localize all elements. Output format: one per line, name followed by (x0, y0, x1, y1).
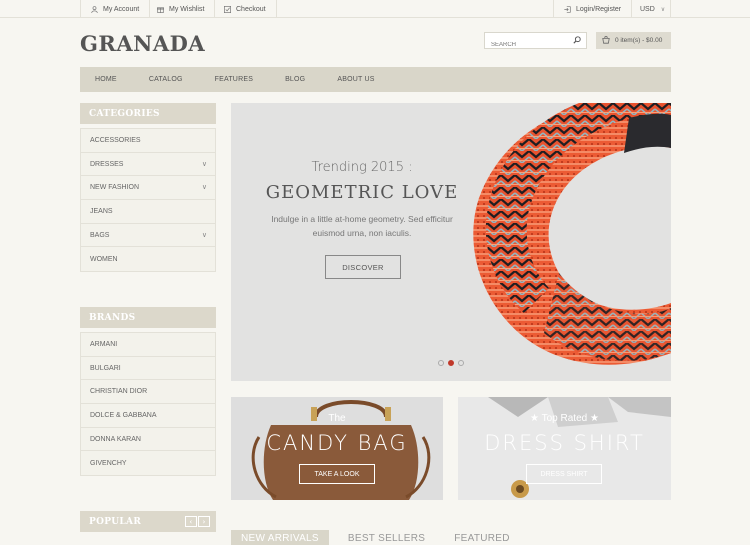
discover-button[interactable]: DISCOVER (325, 255, 401, 279)
take-a-look-button[interactable]: TAKE A LOOK (299, 464, 375, 484)
nav-about-us[interactable]: ABOUT US (322, 76, 374, 83)
currency-select[interactable]: USD ∨ (630, 0, 671, 18)
categories-list: ACCESSORIES DRESSES ∨ NEW FASHION ∨ JEANS … (80, 128, 216, 273)
main-nav: HOME CATALOG FEATURES BLOG ABOUT US (80, 67, 671, 92)
brand-item-bulgari[interactable]: BULGARI (81, 357, 215, 381)
my-wishlist-label: My Wishlist (169, 5, 205, 13)
nav-blog[interactable]: BLOG (270, 76, 305, 83)
search-icon[interactable] (573, 36, 581, 46)
checkbox-icon (224, 5, 231, 13)
login-icon (564, 5, 571, 13)
login-register-link[interactable]: Login/Register (553, 0, 633, 18)
cart-icon (602, 35, 610, 46)
category-label: WOMEN (90, 255, 118, 263)
chevron-right-icon[interactable]: › (198, 516, 210, 527)
category-item-bags[interactable]: BAGS ∨ (81, 224, 215, 248)
gift-icon (157, 6, 164, 13)
category-label: JEANS (90, 207, 113, 215)
candy-bag-promo[interactable]: The CANDY BAG TAKE A LOOK (231, 397, 443, 500)
brand-label: DOLCE & GABBANA (90, 411, 157, 419)
brands-heading: BRANDS (80, 307, 216, 328)
dress-shirt-button[interactable]: DRESS SHIRT (526, 464, 602, 484)
chevron-down-icon[interactable]: ∨ (202, 183, 207, 191)
slider-dots (438, 360, 464, 366)
tab-new-arrivals[interactable]: NEW ARRIVALS (231, 530, 329, 545)
category-item-new-fashion[interactable]: NEW FASHION ∨ (81, 176, 215, 201)
slider-dot-2[interactable] (448, 360, 454, 366)
category-item-dresses[interactable]: DRESSES ∨ (81, 153, 215, 177)
hero-kicker: Trending 2015 : (311, 160, 413, 175)
tab-best-sellers[interactable]: BEST SELLERS (338, 530, 435, 545)
brand-item-christian-dior[interactable]: CHRISTIAN DIOR (81, 380, 215, 405)
product-tabs: NEW ARRIVALS BEST SELLERS FEATURED (231, 530, 529, 545)
category-label: DRESSES (90, 160, 124, 168)
login-register-label: Login/Register (576, 5, 622, 13)
brand-item-donna-karan[interactable]: DONNA KARAN (81, 428, 215, 452)
brand-label: GIVENCHY (90, 459, 127, 467)
category-label: BAGS (90, 231, 110, 239)
popular-carousel-nav: ‹ › (185, 516, 210, 527)
slider-dot-1[interactable] (438, 360, 444, 366)
chevron-down-icon: ∨ (660, 6, 666, 13)
brand-item-dolce-gabbana[interactable]: DOLCE & GABBANA (81, 404, 215, 428)
hero-title: GEOMETRIC LOVE (265, 182, 459, 203)
cart-button[interactable]: 0 item(s) - $0.00 (596, 32, 671, 49)
search-input[interactable] (485, 37, 571, 53)
brand-item-givenchy[interactable]: GIVENCHY (81, 451, 215, 475)
user-icon (91, 5, 98, 13)
chevron-down-icon[interactable]: ∨ (202, 231, 207, 239)
category-label: NEW FASHION (90, 184, 140, 192)
chevron-down-icon[interactable]: ∨ (202, 160, 207, 168)
brand-label: ARMANI (90, 340, 118, 348)
nav-features[interactable]: FEATURES (200, 76, 253, 83)
my-wishlist-link[interactable]: My Wishlist (147, 0, 216, 18)
top-bar: My Account My Wishlist Checkout Login/Re… (0, 0, 750, 18)
category-item-women[interactable]: WOMEN (81, 247, 215, 271)
nav-catalog[interactable]: CATALOG (134, 76, 183, 83)
category-item-jeans[interactable]: JEANS (81, 200, 215, 224)
search-box (484, 32, 587, 53)
candy-bag-title: CANDY BAG (266, 431, 408, 455)
dress-shirt-promo[interactable]: ★ Top Rated ★ DRESS SHIRT DRESS SHIRT (458, 397, 671, 500)
currency-label: USD (640, 5, 655, 13)
brands-list: ARMANI BULGARI CHRISTIAN DIOR DOLCE & GA… (80, 332, 216, 477)
checkout-label: Checkout (236, 5, 266, 13)
scarf-image (473, 103, 671, 365)
hero-description: Indulge in a little at-home geometry. Se… (271, 214, 453, 238)
brand-label: CHRISTIAN DIOR (90, 388, 148, 396)
nav-home[interactable]: HOME (80, 76, 117, 83)
dress-shirt-title: DRESS SHIRT (484, 431, 645, 455)
candy-bag-kicker: The (328, 413, 346, 424)
tab-featured[interactable]: FEATURED (444, 530, 520, 545)
popular-title: POPULAR (89, 516, 142, 527)
brand-label: BULGARI (90, 364, 121, 372)
popular-heading: POPULAR ‹ › (80, 511, 216, 532)
dress-shirt-kicker: ★ Top Rated ★ (530, 413, 599, 424)
brand-label: DONNA KARAN (90, 435, 141, 443)
category-label: ACCESSORIES (90, 136, 141, 144)
my-account-label: My Account (103, 5, 140, 13)
chevron-left-icon[interactable]: ‹ (185, 516, 197, 527)
hero-slider[interactable]: Trending 2015 : GEOMETRIC LOVE Indulge i… (231, 103, 671, 381)
my-account-link[interactable]: My Account (80, 0, 151, 18)
checkout-link[interactable]: Checkout (214, 0, 277, 18)
cart-label: 0 item(s) - $0.00 (615, 37, 663, 44)
categories-heading: CATEGORIES (80, 103, 216, 124)
slider-dot-3[interactable] (458, 360, 464, 366)
site-logo[interactable]: GRANADA (80, 31, 205, 56)
category-item-accessories[interactable]: ACCESSORIES (81, 129, 215, 153)
brand-item-armani[interactable]: ARMANI (81, 333, 215, 357)
